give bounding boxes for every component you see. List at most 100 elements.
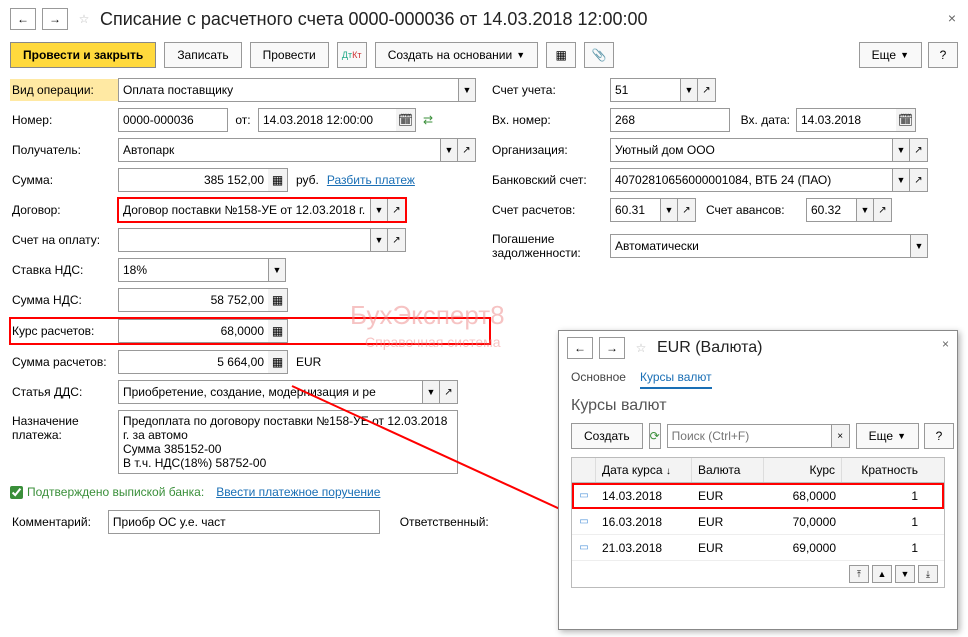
enter-payment-link[interactable]: Ввести платежное поручение [216, 485, 380, 499]
window-title: Списание с расчетного счета 0000-000036 … [100, 9, 648, 30]
contract-dropdown-icon[interactable]: ▼ [370, 198, 388, 222]
col-date[interactable]: Дата курса ↓ [596, 458, 692, 482]
in-date-label: Вх. дата: [730, 113, 790, 127]
nav-forward-button[interactable]: → [42, 8, 68, 30]
calendar-icon[interactable]: 🗓 [396, 108, 416, 132]
dds-dropdown-icon[interactable]: ▼ [422, 380, 440, 404]
vat-dropdown-icon[interactable]: ▼ [268, 258, 286, 282]
in-date-input[interactable] [796, 108, 896, 132]
table-row[interactable]: ▭ 16.03.2018 EUR 70,0000 1 [572, 509, 944, 535]
debt-dropdown-icon[interactable]: ▼ [910, 234, 928, 258]
account-open-icon[interactable]: ↗ [698, 78, 716, 102]
vat-sum-input[interactable] [118, 288, 268, 312]
org-input[interactable] [610, 138, 892, 162]
nav-last-button[interactable]: ⤓ [918, 565, 938, 583]
recipient-input[interactable] [118, 138, 440, 162]
favorite-icon[interactable]: ☆ [74, 9, 94, 29]
advance-acc-open-icon[interactable]: ↗ [874, 198, 892, 222]
vat-rate-label: Ставка НДС: [10, 259, 118, 281]
eur-label: EUR [296, 355, 321, 369]
vat-calc-icon[interactable]: ▦ [268, 288, 288, 312]
account-input[interactable] [610, 78, 680, 102]
tab-main[interactable]: Основное [571, 367, 626, 389]
rate-input[interactable] [118, 319, 268, 343]
comment-input[interactable] [108, 510, 380, 534]
popup-more-button[interactable]: Еще ▼ [856, 423, 919, 449]
contract-label: Договор: [10, 199, 118, 221]
purpose-textarea[interactable] [118, 410, 458, 474]
report-icon[interactable]: ▦ [546, 42, 576, 68]
dds-input[interactable] [118, 380, 422, 404]
op-type-select[interactable] [118, 78, 458, 102]
tab-rates[interactable]: Курсы валют [640, 367, 712, 389]
calc-sum-input[interactable] [118, 350, 268, 374]
recipient-open-icon[interactable]: ↗ [458, 138, 476, 162]
account-dropdown-icon[interactable]: ▼ [680, 78, 698, 102]
in-date-calendar-icon[interactable]: 🗓 [896, 108, 916, 132]
popup-help-button[interactable]: ? [924, 423, 954, 449]
table-row[interactable]: ▭ 14.03.2018 EUR 68,0000 1 [572, 483, 944, 509]
org-label: Организация: [490, 139, 610, 161]
sum-label: Сумма: [10, 169, 118, 191]
more-button[interactable]: Еще ▼ [859, 42, 922, 68]
col-currency[interactable]: Валюта [692, 458, 764, 482]
vat-rate-input[interactable] [118, 258, 268, 282]
col-rate[interactable]: Курс [764, 458, 842, 482]
submit-and-close-button[interactable]: Провести и закрыть [10, 42, 156, 68]
save-button[interactable]: Записать [164, 42, 241, 68]
popup-create-button[interactable]: Создать [571, 423, 643, 449]
nav-up-button[interactable]: ▲ [872, 565, 892, 583]
invoice-dropdown-icon[interactable]: ▼ [370, 228, 388, 252]
confirmed-checkbox[interactable] [10, 486, 23, 499]
table-row[interactable]: ▭ 21.03.2018 EUR 69,0000 1 [572, 535, 944, 561]
op-type-dropdown-icon[interactable]: ▼ [458, 78, 476, 102]
popup-nav-fwd[interactable]: → [599, 337, 625, 359]
dds-open-icon[interactable]: ↗ [440, 380, 458, 404]
contract-input[interactable] [118, 198, 370, 222]
rates-table: Дата курса ↓ Валюта Курс Кратность ▭ 14.… [571, 457, 945, 588]
popup-favorite-icon[interactable]: ☆ [631, 338, 651, 358]
debt-input[interactable] [610, 234, 910, 258]
invoice-open-icon[interactable]: ↗ [388, 228, 406, 252]
popup-close-button[interactable]: × [942, 337, 949, 351]
nav-back-button[interactable]: ← [10, 8, 36, 30]
attach-icon[interactable]: 📎 [584, 42, 614, 68]
popup-refresh-icon[interactable]: ⟳ [649, 423, 661, 449]
contract-open-icon[interactable]: ↗ [388, 198, 406, 222]
create-based-button[interactable]: Создать на основании ▼ [375, 42, 538, 68]
number-input[interactable] [118, 108, 228, 132]
help-button[interactable]: ? [928, 42, 958, 68]
popup-title: EUR (Валюта) [657, 339, 762, 357]
col-mult[interactable]: Кратность [842, 458, 924, 482]
calc-acc-dropdown-icon[interactable]: ▼ [660, 198, 678, 222]
split-payment-link[interactable]: Разбить платеж [327, 173, 415, 187]
in-number-input[interactable] [610, 108, 730, 132]
popup-search-input[interactable] [667, 424, 832, 448]
calc-acc-open-icon[interactable]: ↗ [678, 198, 696, 222]
bank-acc-open-icon[interactable]: ↗ [910, 168, 928, 192]
popup-search-clear-icon[interactable]: × [832, 424, 850, 448]
calc-sum-calc-icon[interactable]: ▦ [268, 350, 288, 374]
org-dropdown-icon[interactable]: ▼ [892, 138, 910, 162]
number-label: Номер: [10, 109, 118, 131]
refresh-icon[interactable]: ⇄ [416, 113, 440, 127]
sum-input[interactable] [118, 168, 268, 192]
advance-acc-input[interactable] [806, 198, 856, 222]
date-input[interactable] [258, 108, 396, 132]
submit-button[interactable]: Провести [250, 42, 329, 68]
invoice-input[interactable] [118, 228, 370, 252]
close-button[interactable]: × [948, 10, 956, 26]
rate-calc-icon[interactable]: ▦ [268, 319, 288, 343]
sum-calc-icon[interactable]: ▦ [268, 168, 288, 192]
calc-acc-input[interactable] [610, 198, 660, 222]
responsible-label: Ответственный: [400, 515, 490, 529]
popup-nav-back[interactable]: ← [567, 337, 593, 359]
nav-first-button[interactable]: ⤒ [849, 565, 869, 583]
org-open-icon[interactable]: ↗ [910, 138, 928, 162]
recipient-dropdown-icon[interactable]: ▼ [440, 138, 458, 162]
nav-down-button[interactable]: ▼ [895, 565, 915, 583]
dk-kt-icon[interactable]: ДтКт [337, 42, 367, 68]
advance-acc-dropdown-icon[interactable]: ▼ [856, 198, 874, 222]
bank-acc-input[interactable] [610, 168, 892, 192]
bank-acc-dropdown-icon[interactable]: ▼ [892, 168, 910, 192]
